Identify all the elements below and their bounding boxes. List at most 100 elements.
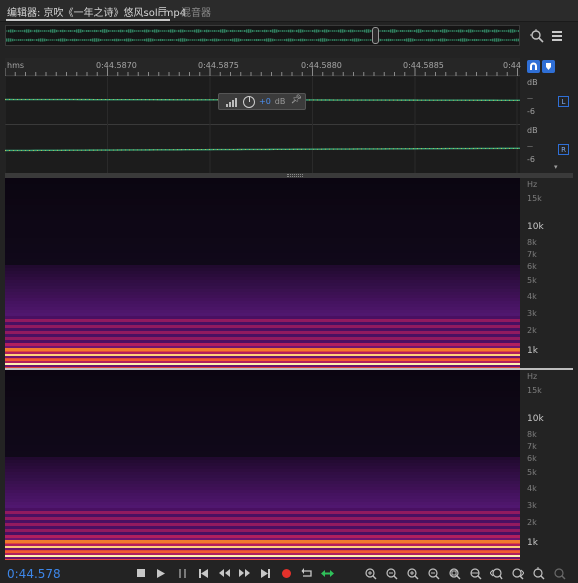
overview-wave-mark: [184, 38, 186, 42]
overview-wave-mark: [222, 39, 224, 41]
overview-wave-mark: [58, 30, 60, 32]
overview-wave-mark: [14, 29, 16, 33]
overview-wave-mark: [26, 29, 28, 33]
overview-wave-mark: [136, 39, 138, 41]
stop-button[interactable]: [132, 565, 150, 581]
overview-wave-mark: [420, 29, 422, 33]
snap-icon[interactable]: [527, 60, 540, 73]
go-to-start-button[interactable]: [194, 565, 212, 581]
loop-playback-button[interactable]: [298, 565, 316, 581]
overview-wave-mark: [438, 38, 440, 42]
overview-wave-mark: [388, 38, 390, 42]
spectral-display-left[interactable]: [5, 178, 520, 368]
overview-wave-mark: [438, 30, 440, 32]
zoom-out-amplitude-icon[interactable]: [381, 565, 401, 581]
collapse-arrow-icon[interactable]: ▾: [554, 163, 558, 171]
divider-grip[interactable]: [287, 174, 303, 177]
zoom-out-point-icon[interactable]: [507, 565, 527, 581]
overview-wave-mark: [256, 30, 258, 32]
overview-wave-mark: [46, 39, 48, 41]
skip-selection-button[interactable]: [318, 565, 336, 581]
overview-wave-mark: [330, 30, 332, 32]
channel-right-toggle[interactable]: R: [558, 144, 569, 155]
current-time[interactable]: 0:44.578: [7, 567, 61, 581]
overview-wave-mark: [50, 29, 52, 33]
zoom-out-time-icon[interactable]: [423, 565, 443, 581]
tab-menu-icon[interactable]: ≡: [158, 3, 167, 16]
zoom-selection-icon[interactable]: [465, 565, 485, 581]
fast-forward-button[interactable]: [235, 565, 253, 581]
volume-hud[interactable]: +0 dB 📌︎: [218, 93, 306, 110]
overview-wave-mark: [248, 39, 250, 41]
overview-wave-mark: [126, 29, 128, 33]
spectral-band: [5, 496, 520, 499]
rewind-button[interactable]: [215, 565, 233, 581]
play-button[interactable]: [152, 565, 170, 581]
overview-wave-mark: [406, 38, 408, 42]
zoom-in-point-icon[interactable]: [486, 565, 506, 581]
overview-wave-mark: [414, 29, 416, 33]
go-to-end-button[interactable]: [256, 565, 274, 581]
spectral-band: [5, 205, 520, 208]
overview-wave-mark: [258, 38, 260, 42]
overview-wave-mark: [130, 29, 132, 33]
zoom-in-amplitude-icon[interactable]: [360, 565, 380, 581]
hz-unit-label: Hz: [527, 180, 538, 189]
zoom-full-icon[interactable]: [444, 565, 464, 581]
overview-wave-mark: [456, 30, 458, 32]
hz-tick-label: 6k: [527, 454, 537, 463]
overview-wave-mark: [428, 38, 430, 42]
overview-wave-mark: [462, 29, 464, 33]
spectral-band: [5, 472, 520, 475]
overview-wave-mark: [70, 39, 72, 41]
volume-value[interactable]: +0: [259, 97, 271, 106]
channel-left-toggle[interactable]: L: [558, 96, 569, 107]
overview-wave-mark: [52, 39, 54, 41]
level-meter-icon: [226, 97, 237, 107]
overview-wave-mark: [436, 29, 438, 33]
overview-wave-mark: [278, 30, 280, 32]
zoom-reset-icon[interactable]: [528, 565, 548, 581]
overview-wave-mark: [300, 29, 302, 33]
panel-menu-icon[interactable]: [548, 27, 566, 45]
spectral-band: [5, 289, 520, 292]
timeline-ruler[interactable]: hms 0:44.5870 0:44.5875 0:44.5880 0:44.5…: [5, 58, 521, 76]
waveform-display[interactable]: [5, 77, 520, 173]
spectral-display-right[interactable]: [5, 370, 520, 560]
overview-wave-mark: [444, 29, 446, 33]
overview-wave-mark: [46, 30, 48, 32]
zoom-in-time-icon[interactable]: [402, 565, 422, 581]
tab-mixer[interactable]: 混音器: [181, 4, 211, 19]
overview-wave-mark: [114, 30, 116, 32]
spectral-band: [5, 277, 520, 280]
spectral-band: [5, 427, 520, 430]
overview-waveform[interactable]: [5, 25, 520, 46]
overview-wave-mark: [54, 29, 56, 33]
overview-wave-mark: [172, 39, 174, 41]
volume-knob[interactable]: [243, 95, 255, 108]
overview-wave-mark: [280, 30, 282, 32]
overview-wave-mark: [174, 39, 176, 41]
overview-wave-mark: [16, 30, 18, 32]
overview-wave-mark: [28, 29, 30, 33]
overview-wave-mark: [74, 38, 76, 42]
overview-wave-mark: [446, 29, 448, 33]
overview-wave-mark: [232, 38, 234, 42]
overview-wave-mark: [360, 30, 362, 32]
overview-wave-mark: [382, 39, 384, 41]
marker-icon[interactable]: [542, 60, 555, 73]
overview-wave-mark: [404, 30, 406, 32]
overview-wave-mark: [358, 38, 360, 42]
pin-icon[interactable]: 📌︎: [291, 95, 302, 105]
pause-button[interactable]: [173, 565, 191, 581]
overview-wave-mark: [496, 29, 498, 33]
overview-wave-mark: [386, 30, 388, 32]
overview-wave-mark: [36, 29, 38, 33]
spectral-hot-band: [5, 354, 520, 356]
overview-wave-mark: [404, 38, 406, 42]
overview-wave-mark: [10, 29, 12, 33]
zoom-navigator-icon[interactable]: [527, 26, 547, 46]
spectral-band: [5, 520, 520, 523]
overview-zoom-handle[interactable]: [372, 27, 379, 44]
record-button[interactable]: [277, 565, 295, 581]
